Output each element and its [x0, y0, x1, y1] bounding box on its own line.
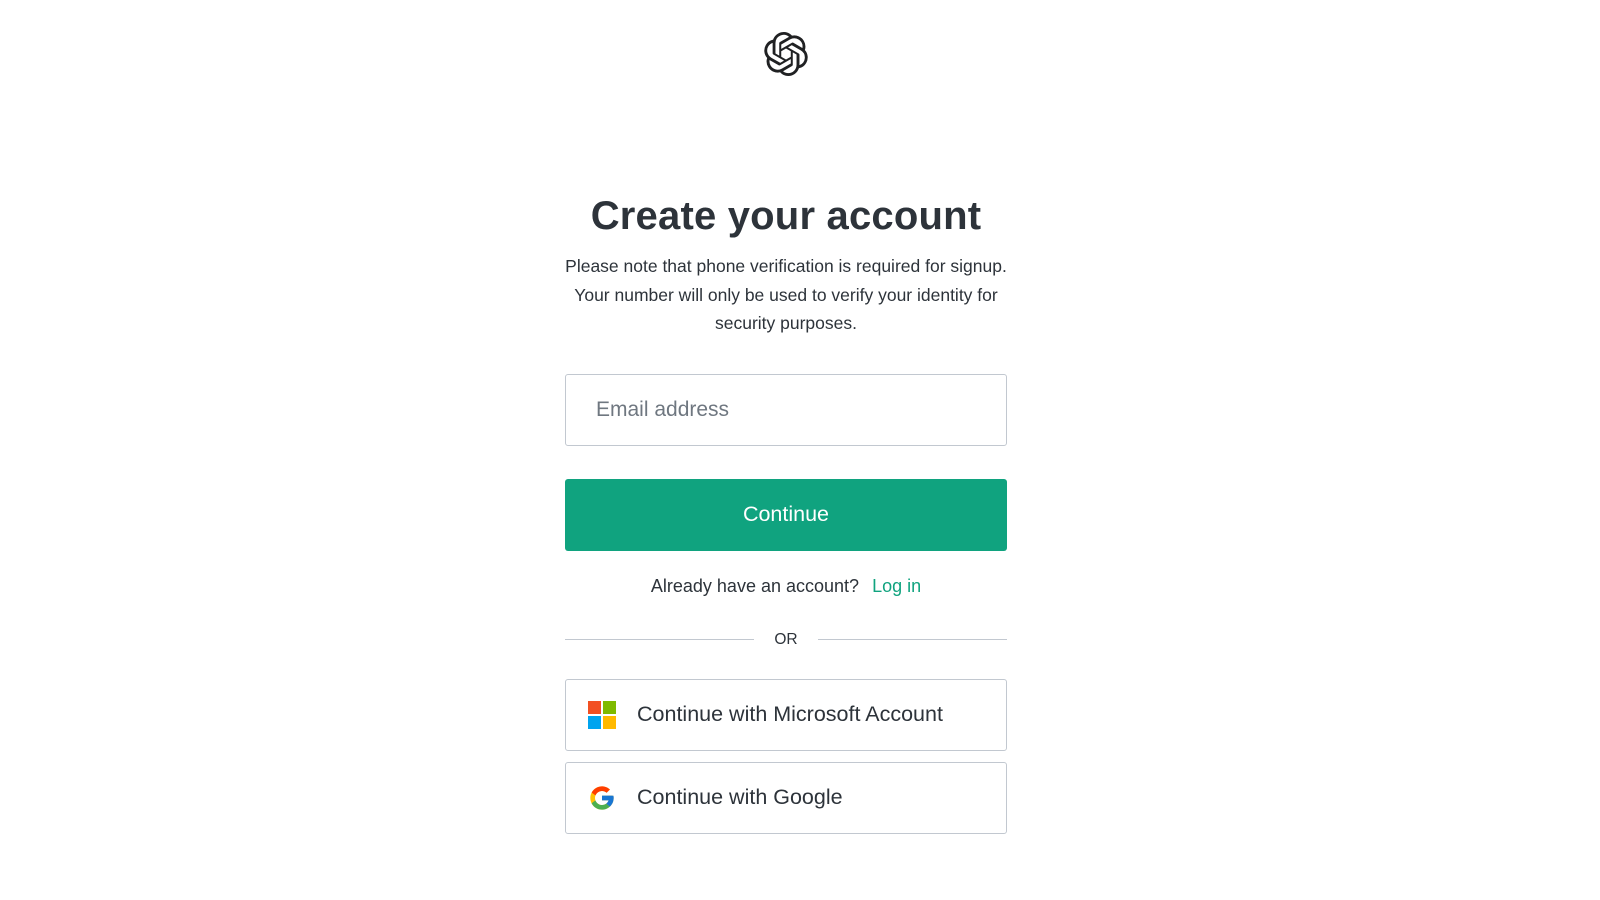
divider-line-right: [817, 639, 1007, 640]
google-login-button[interactable]: Continue with Google: [565, 761, 1007, 834]
login-link[interactable]: Log in: [872, 576, 921, 596]
google-login-label: Continue with Google: [637, 785, 843, 809]
divider-line-left: [565, 639, 755, 640]
divider-text: OR: [774, 630, 798, 648]
microsoft-login-button[interactable]: Continue with Microsoft Account: [565, 678, 1007, 751]
openai-logo-icon: [764, 32, 808, 76]
signup-page: Create your account Please note that pho…: [0, 0, 1600, 900]
login-prompt-text: Already have an account?: [650, 575, 860, 596]
continue-button[interactable]: Continue: [565, 478, 1007, 551]
microsoft-login-label: Continue with Microsoft Account: [637, 702, 943, 726]
page-title: Create your account: [590, 194, 982, 238]
signup-card: Create your account Please note that pho…: [565, 190, 1007, 834]
google-icon: [590, 785, 614, 810]
or-divider: OR: [565, 631, 1007, 649]
phone-verification-note: Please note that phone verification is r…: [565, 256, 1007, 333]
email-field[interactable]: [565, 373, 1007, 446]
login-prompt-row: Already have an account? Log in: [565, 576, 1007, 597]
microsoft-icon: [588, 700, 616, 729]
